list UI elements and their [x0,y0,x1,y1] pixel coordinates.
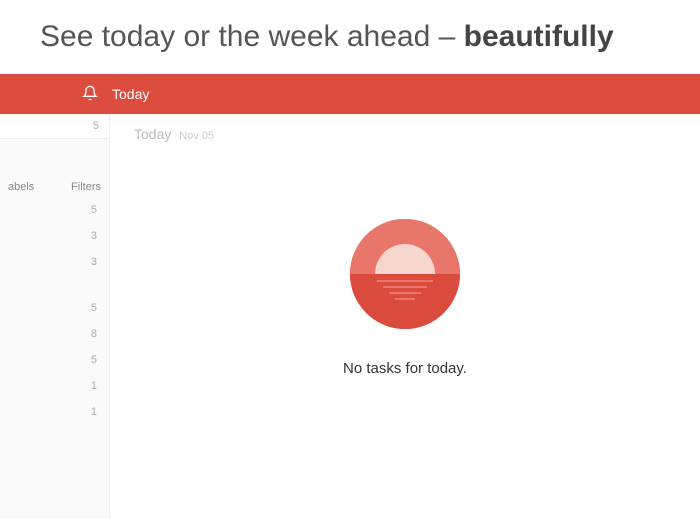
app-window: Today 5 abels Filters 5 3 3 5 8 5 1 1 To… [0,74,700,519]
sidebar-count-item[interactable]: 3 [0,249,109,275]
sidebar-count-item[interactable]: 5 [0,347,109,373]
sidebar-tab-filters[interactable]: Filters [71,181,101,193]
sidebar: 5 abels Filters 5 3 3 5 8 5 1 1 [0,114,110,519]
date-heading-label: Today [134,126,171,142]
sidebar-count-item[interactable]: 3 [0,223,109,249]
date-heading: Today Nov 05 [130,114,680,154]
view-title: Today [112,86,149,102]
sidebar-count-item[interactable]: 8 [0,321,109,347]
sidebar-tab-labels[interactable]: abels [8,181,34,193]
sidebar-count-item[interactable]: 1 [0,373,109,399]
sidebar-count-item[interactable]: 1 [0,399,109,425]
sidebar-count-item[interactable]: 5 [0,197,109,223]
sidebar-count-item[interactable]: 5 [0,295,109,321]
sunset-icon [345,214,465,334]
top-bar: Today [0,74,700,114]
bell-icon[interactable] [82,85,98,104]
sidebar-top-count: 5 [0,114,109,139]
empty-state: No tasks for today. [130,214,680,377]
empty-state-message: No tasks for today. [343,360,467,377]
main-content: Today Nov 05 [110,114,700,519]
headline-emphasis: beautifully [464,20,614,53]
page-headline: See today or the week ahead – beautifull… [0,0,700,74]
headline-prefix: See today or the week ahead – [40,20,464,53]
sidebar-tabs: abels Filters [0,181,109,193]
date-heading-sub: Nov 05 [179,130,214,142]
